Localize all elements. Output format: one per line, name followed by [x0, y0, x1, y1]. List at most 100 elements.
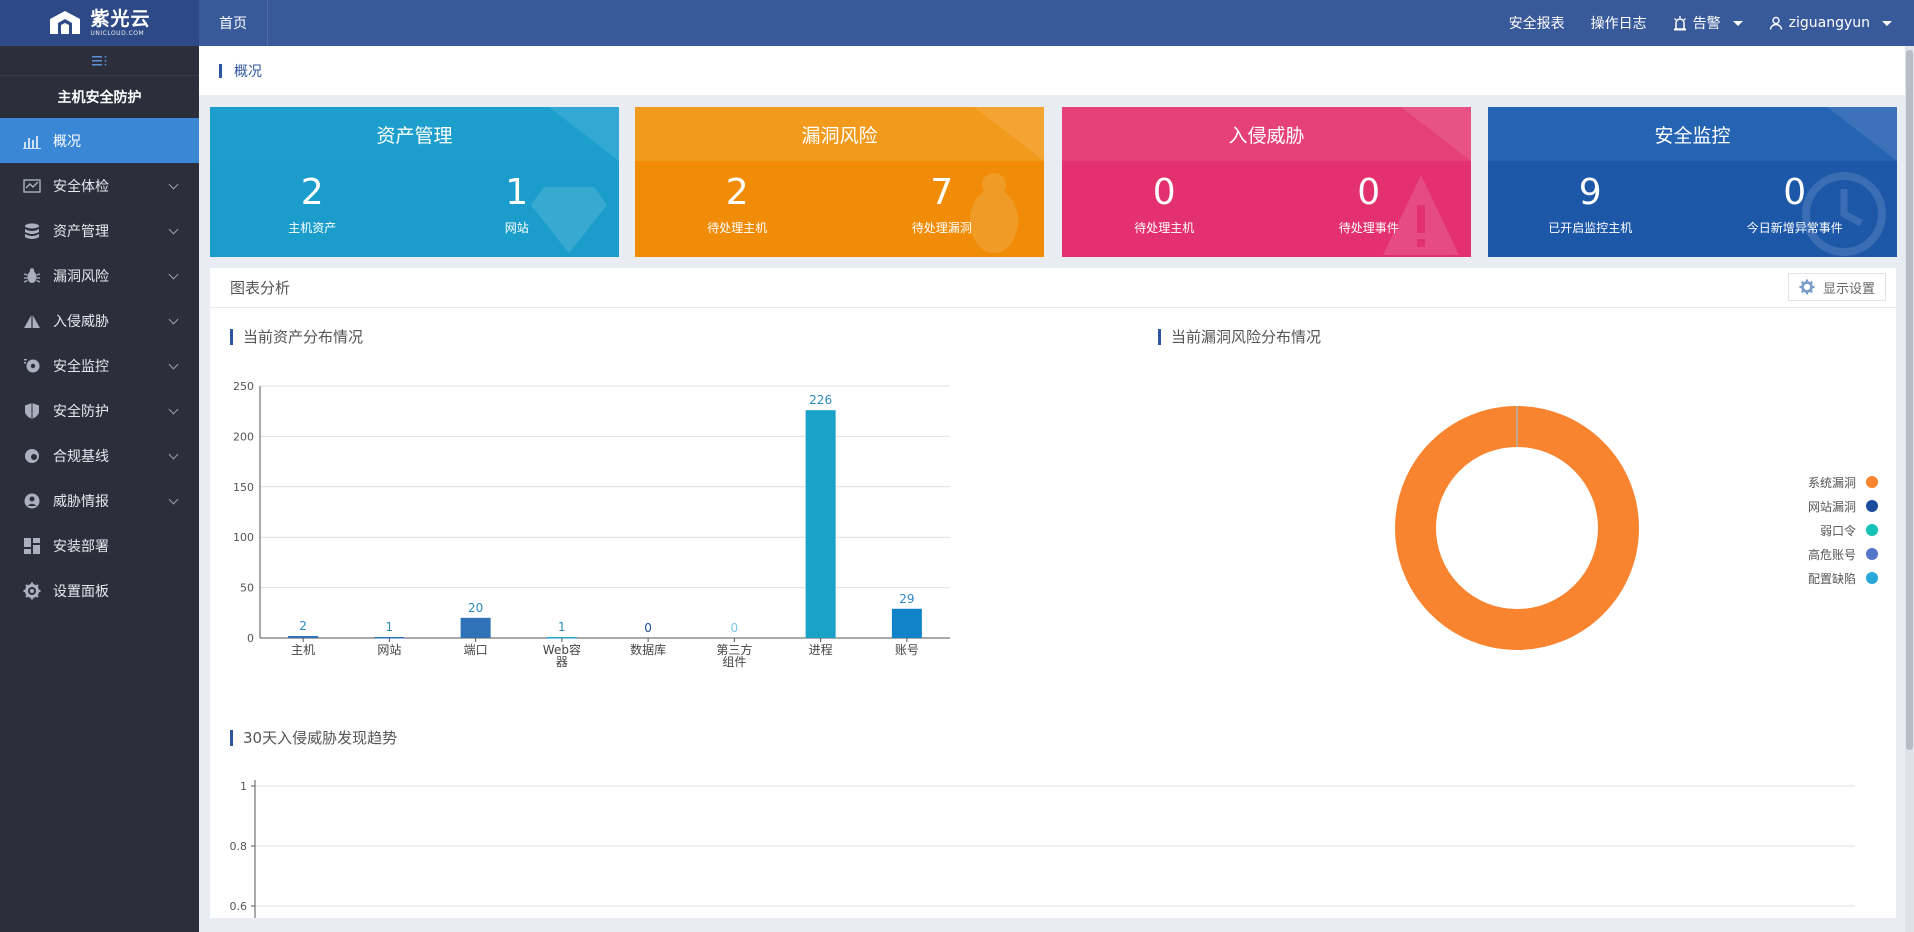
operation-log-link[interactable]: 操作日志 [1591, 13, 1647, 33]
chevron-down-icon [168, 269, 179, 280]
username: ziguangyun [1788, 15, 1870, 31]
chevron-down-icon [168, 359, 179, 370]
asset-bar-chart: 0 50 100 150 200 250 2 主机 1 网站 20 端口 1 Web容器 0 数据库 0 第三方组… [233, 380, 950, 669]
sidebar-item-label: 安全体检 [53, 178, 109, 195]
sidebar-item-deploy[interactable]: 安装部署 [0, 523, 199, 568]
chevron-down-icon [168, 314, 179, 325]
x-tick-label: Web容器 [543, 642, 581, 669]
bar[interactable] [288, 635, 319, 638]
brand-name: 紫光云 [90, 7, 151, 30]
menu-toggle-icon [91, 55, 106, 66]
legend-label: 高危账号 [1807, 547, 1856, 562]
chevron-down-icon [168, 449, 179, 460]
sidebar-item-settings[interactable]: 设置面板 [0, 568, 199, 613]
security-report-link[interactable]: 安全报表 [1509, 13, 1565, 33]
card-stat[interactable]: 0 待处理主机 [1062, 161, 1267, 257]
chevron-down-icon [168, 404, 179, 415]
sidebar-item-label: 安全监控 [53, 358, 109, 375]
x-tick-label: 网站 [377, 643, 401, 657]
x-tick-label: 第三方组件 [716, 642, 752, 669]
dashboard-icon [22, 131, 42, 151]
card-title: 资产管理 [210, 107, 619, 161]
donut-slice[interactable] [1395, 406, 1639, 650]
scrollbar-thumb[interactable] [1906, 50, 1913, 750]
trend-chart-title: 30天入侵威胁发现趋势 [230, 727, 397, 748]
card-stat[interactable]: 7 待处理漏洞 [840, 161, 1045, 257]
sidebar-item-intrusion[interactable]: 入侵威胁 [0, 298, 199, 343]
display-settings-button[interactable]: 显示设置 [1787, 273, 1886, 301]
card-vulnerability[interactable]: 漏洞风险 2 待处理主机 7 待处理漏洞 [635, 107, 1044, 257]
legend-label: 网站漏洞 [1807, 499, 1856, 514]
asset-chart-title: 当前资产分布情况 [230, 326, 363, 347]
card-title: 安全监控 [1488, 107, 1897, 161]
database-icon [22, 221, 42, 241]
sidebar-item-label: 威胁情报 [53, 493, 109, 510]
stat-value: 0 [1152, 172, 1176, 213]
gear-icon [1799, 279, 1815, 295]
legend-label: 配置缺陷 [1807, 571, 1856, 586]
legend-swatch [1866, 500, 1878, 512]
sidebar-item-label: 概况 [53, 133, 81, 150]
card-assets[interactable]: 资产管理 2 主机资产 1 网站 [210, 107, 619, 257]
unicloud-logo-icon [50, 11, 81, 34]
alerts-dropdown[interactable]: 告警 [1673, 13, 1743, 33]
baseline-icon [22, 446, 42, 466]
display-settings-label: 显示设置 [1822, 281, 1875, 297]
legend-item[interactable]: 高危账号 [1790, 542, 1878, 566]
legend-item[interactable]: 弱口令 [1790, 518, 1878, 542]
stat-label: 已开启监控主机 [1548, 220, 1633, 235]
breadcrumb-marker [219, 63, 222, 78]
sidebar-item-checkup[interactable]: 安全体检 [0, 163, 199, 208]
card-monitor[interactable]: 安全监控 9 已开启监控主机 0 今日新增异常事件 [1488, 107, 1897, 257]
sidebar-item-baseline[interactable]: 合规基线 [0, 433, 199, 478]
stat-value: 1 [505, 172, 529, 213]
legend-item[interactable]: 配置缺陷 [1790, 566, 1878, 590]
panel-title: 图表分析 [210, 268, 1896, 308]
legend-item[interactable]: 系统漏洞 [1790, 470, 1878, 494]
card-stat[interactable]: 1 网站 [415, 161, 620, 257]
checkup-icon [22, 176, 42, 196]
y-tick-label: 250 [233, 380, 254, 393]
breadcrumb-current[interactable]: 概况 [234, 61, 262, 81]
bar[interactable] [460, 617, 491, 638]
sidebar-item-label: 资产管理 [53, 223, 109, 240]
sidebar-menu: 概况 安全体检 资产管理 漏洞风险 入侵威胁 安全监控 安全防护 合规基线 威胁… [0, 118, 199, 613]
card-stat[interactable]: 0 今日新增异常事件 [1693, 161, 1898, 257]
sidebar-item-monitor[interactable]: 安全监控 [0, 343, 199, 388]
monitor-icon [22, 356, 42, 376]
breadcrumb: 概况 [199, 46, 1905, 95]
page-scrollbar[interactable] [1905, 46, 1914, 932]
user-menu[interactable]: ziguangyun [1769, 15, 1892, 31]
card-intrusion[interactable]: 入侵威胁 0 待处理主机 0 待处理事件 [1062, 107, 1471, 257]
brand-domain: UNICLOUD.COM [90, 29, 145, 37]
sidebar-item-intel[interactable]: 威胁情报 [0, 478, 199, 523]
bar[interactable] [805, 410, 836, 638]
sidebar-item-overview[interactable]: 概况 [0, 118, 199, 163]
card-stat[interactable]: 2 主机资产 [210, 161, 415, 257]
chevron-down-icon [168, 179, 179, 190]
sidebar-item-vulnerability[interactable]: 漏洞风险 [0, 253, 199, 298]
legend-swatch [1866, 572, 1878, 584]
brand-logo[interactable]: 紫光云 UNICLOUD.COM [0, 0, 199, 46]
sidebar-item-protection[interactable]: 安全防护 [0, 388, 199, 433]
alerts-label: 告警 [1692, 16, 1721, 32]
legend-swatch [1866, 524, 1878, 536]
y-tick-label: 0.6 [230, 900, 248, 913]
stat-label: 待处理主机 [1134, 220, 1195, 235]
card-stat[interactable]: 9 已开启监控主机 [1488, 161, 1693, 257]
stat-value: 9 [1578, 172, 1602, 213]
sidebar-toggle[interactable] [0, 46, 199, 76]
bar-value-label: 0 [644, 621, 652, 635]
card-title: 入侵威胁 [1062, 107, 1471, 161]
nav-home[interactable]: 首页 [199, 0, 268, 46]
x-tick-label: 账号 [895, 643, 919, 657]
card-stat[interactable]: 0 待处理事件 [1267, 161, 1472, 257]
card-stat[interactable]: 2 待处理主机 [635, 161, 840, 257]
sidebar: 主机安全防护 概况 安全体检 资产管理 漏洞风险 入侵威胁 安全监控 安全防护 … [0, 46, 199, 932]
vuln-chart-title: 当前漏洞风险分布情况 [1158, 326, 1321, 347]
stat-value: 2 [300, 172, 324, 213]
bar[interactable] [891, 608, 922, 638]
sidebar-item-label: 安全防护 [53, 403, 109, 420]
sidebar-item-assets[interactable]: 资产管理 [0, 208, 199, 253]
legend-item[interactable]: 网站漏洞 [1790, 494, 1878, 518]
